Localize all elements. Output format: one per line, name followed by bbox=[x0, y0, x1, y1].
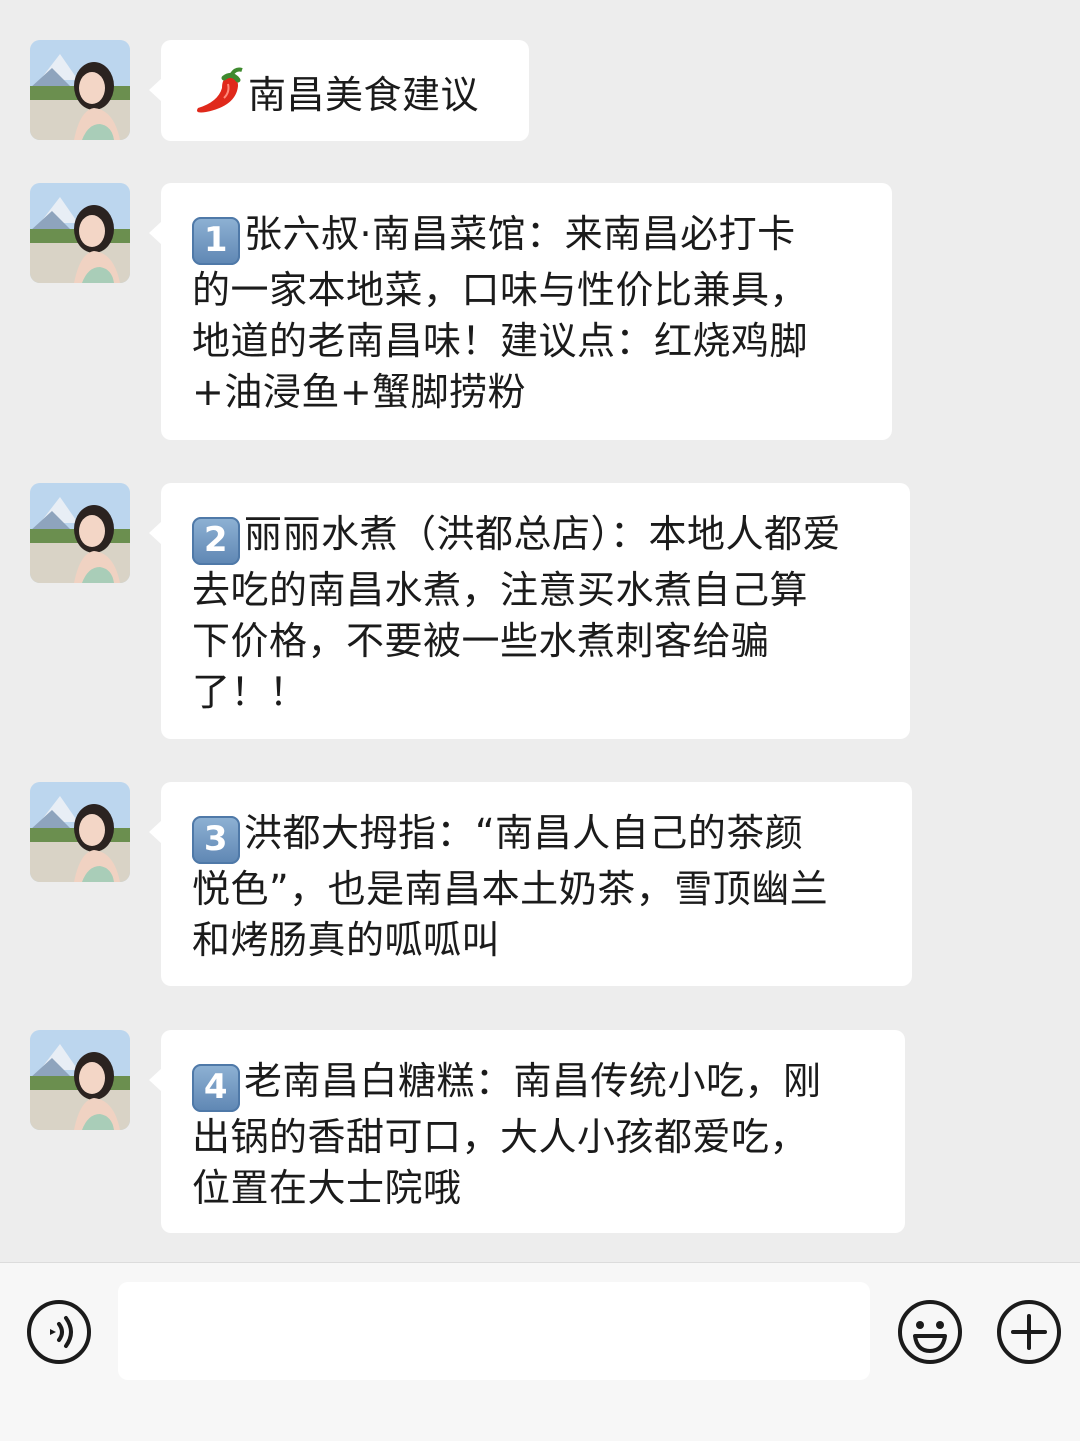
avatar[interactable] bbox=[30, 183, 130, 283]
message-bubble[interactable]: 南昌美食建议 bbox=[149, 40, 529, 141]
plus-icon[interactable] bbox=[996, 1299, 1062, 1365]
avatar[interactable] bbox=[30, 40, 130, 140]
number-badge: 4 bbox=[192, 1064, 240, 1112]
voice-icon[interactable] bbox=[26, 1299, 92, 1365]
message-text: 丽丽水煮（洪都总店）：本地人都爱 去吃的南昌水煮，注意买水煮自己算 下价格，不要… bbox=[192, 512, 842, 714]
avatar[interactable] bbox=[30, 782, 130, 882]
message-text: 张六叔·南昌菜馆：来南昌必打卡 的一家本地菜，口味与性价比兼具， 地道的老南昌味… bbox=[192, 212, 809, 414]
message-bubble[interactable]: 4 老南昌白糖糕：南昌传统小吃，刚 出锅的香甜可口，大人小孩都爱吃， 位置在大士院… bbox=[149, 1030, 905, 1233]
chili-pepper-icon bbox=[197, 67, 243, 113]
chat-input-bar bbox=[0, 1262, 1080, 1441]
message-input[interactable] bbox=[118, 1282, 870, 1380]
message-text: 老南昌白糖糕：南昌传统小吃，刚 出锅的香甜可口，大人小孩都爱吃， 位置在大士院哦 bbox=[192, 1059, 822, 1210]
number-badge: 1 bbox=[192, 217, 240, 265]
avatar[interactable] bbox=[30, 1030, 130, 1130]
message-bubble[interactable]: 3 洪都大拇指：“南昌人自己的茶颜 悦色”，也是南昌本土奶茶，雪顶幽兰 和烤肠真的… bbox=[149, 782, 912, 986]
message-bubble[interactable]: 1 张六叔·南昌菜馆：来南昌必打卡 的一家本地菜，口味与性价比兼具， 地道的老南昌… bbox=[149, 183, 892, 440]
emoji-icon[interactable] bbox=[897, 1299, 963, 1365]
message-text: 南昌美食建议 bbox=[248, 73, 480, 117]
number-badge: 2 bbox=[192, 517, 240, 565]
avatar[interactable] bbox=[30, 483, 130, 583]
message-bubble[interactable]: 2 丽丽水煮（洪都总店）：本地人都爱 去吃的南昌水煮，注意买水煮自己算 下价格，不… bbox=[149, 483, 910, 739]
message-text: 洪都大拇指：“南昌人自己的茶颜 悦色”，也是南昌本土奶茶，雪顶幽兰 和烤肠真的呱… bbox=[192, 811, 829, 962]
number-badge: 3 bbox=[192, 816, 240, 864]
